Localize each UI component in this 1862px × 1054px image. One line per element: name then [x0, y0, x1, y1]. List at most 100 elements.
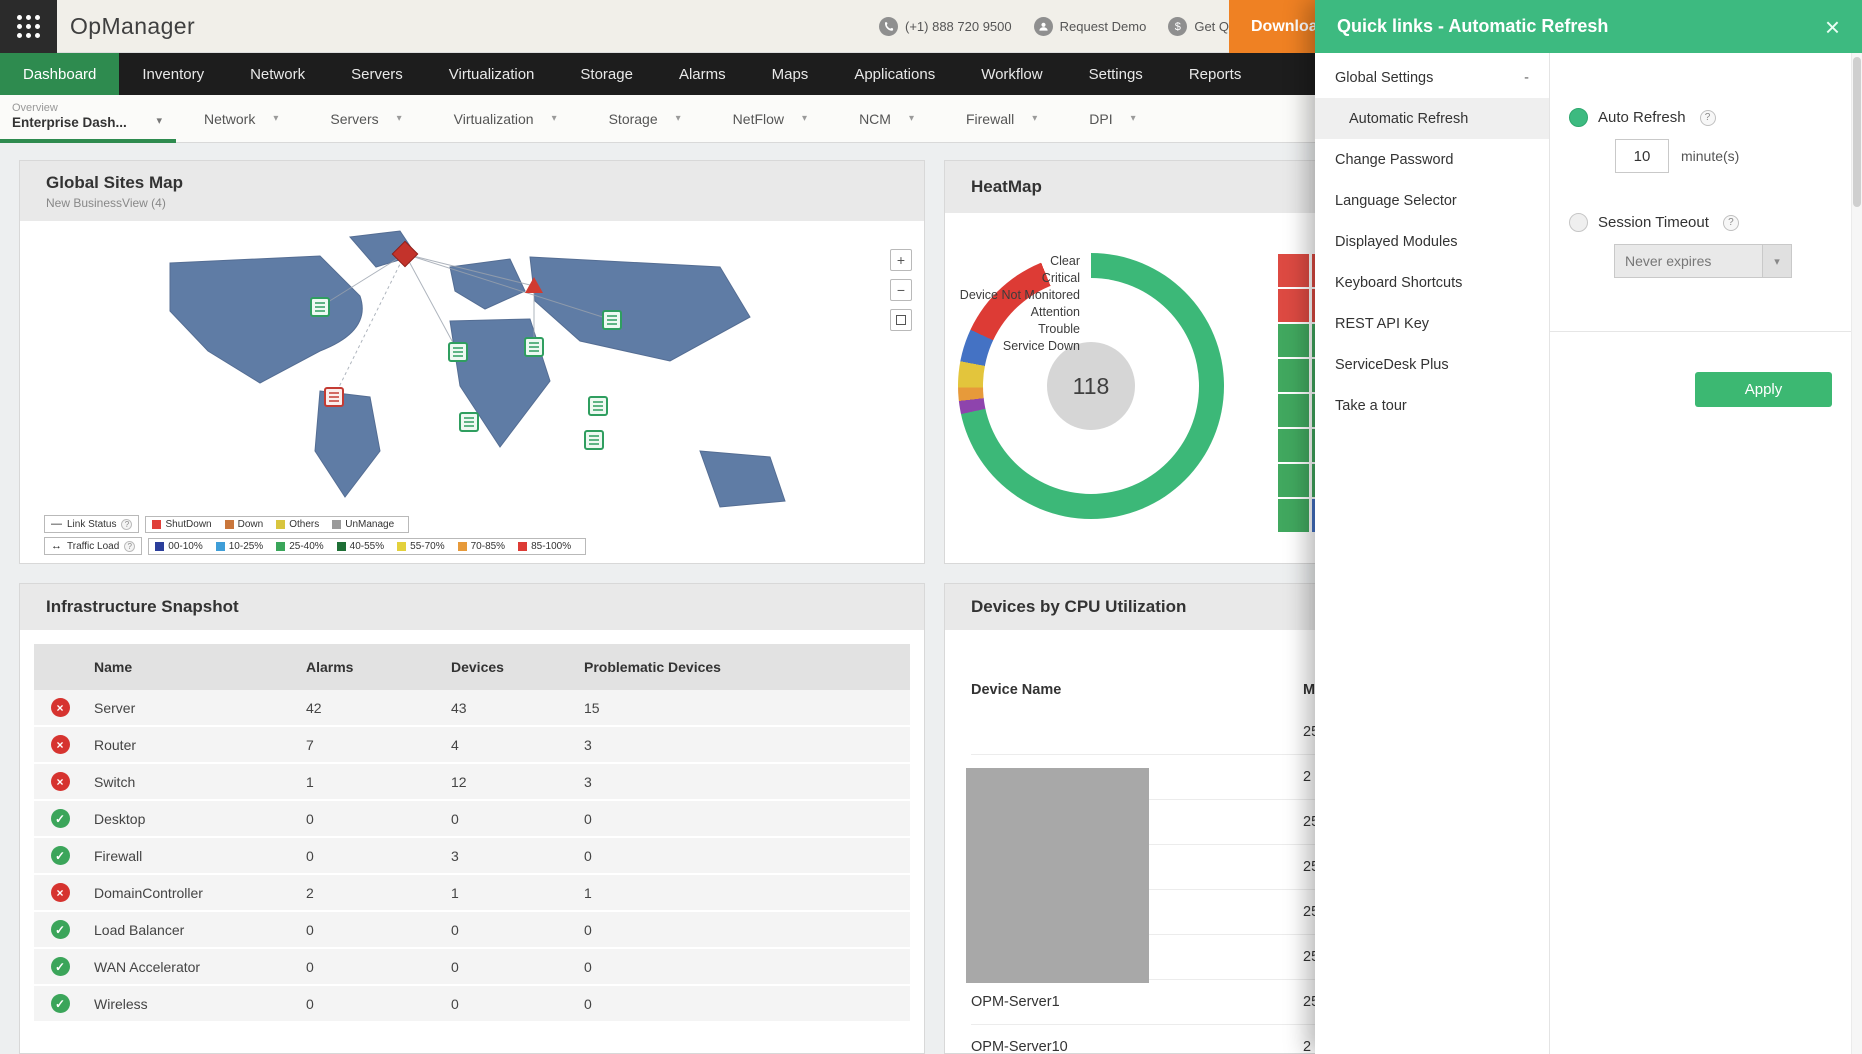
legend-color-swatch: [457, 541, 467, 551]
heatmap-cell[interactable]: [1278, 254, 1309, 287]
table-row-router[interactable]: × Router 7 4 3: [34, 727, 910, 764]
fullscreen-icon: [896, 315, 906, 325]
apps-grid-icon[interactable]: [0, 0, 57, 53]
zoom-in-button[interactable]: +: [890, 249, 912, 271]
panel-menu: Global Settings - Automatic Refresh Change …: [1315, 53, 1550, 1054]
subnav-item-network[interactable]: Network ▾: [204, 111, 278, 127]
map-controls: + −: [890, 249, 912, 331]
heatmap-cell[interactable]: [1278, 359, 1309, 392]
chevron-down-icon: ▾: [908, 113, 914, 124]
heatmap-cell[interactable]: [1278, 429, 1309, 462]
refresh-interval-input[interactable]: [1615, 139, 1669, 173]
menu-item-automatic-refresh[interactable]: Automatic Refresh: [1315, 98, 1549, 139]
help-icon[interactable]: ?: [124, 540, 136, 552]
nav-item-reports[interactable]: Reports: [1166, 53, 1265, 95]
help-icon[interactable]: ?: [1699, 109, 1716, 126]
map-legend: — Link Status ? ShutDown Down Others UnMana…: [44, 515, 587, 555]
devices-count: 1: [451, 884, 459, 901]
fullscreen-button[interactable]: [890, 309, 912, 331]
table-row-load-balancer[interactable]: ✓ Load Balancer 0 0 0: [34, 912, 910, 949]
subnav-item-label: Servers: [330, 110, 379, 127]
nav-item-alarms[interactable]: Alarms: [656, 53, 749, 95]
table-row-firewall[interactable]: ✓ Firewall 0 3 0: [34, 838, 910, 875]
apply-button[interactable]: Apply: [1695, 372, 1832, 407]
nav-item-storage[interactable]: Storage: [557, 53, 656, 95]
link-status-legend: ShutDown Down Others UnManage: [145, 515, 410, 533]
heatmap-cell[interactable]: [1278, 324, 1309, 357]
menu-item-displayed-modules[interactable]: Displayed Modules: [1315, 221, 1549, 262]
nav-item-servers[interactable]: Servers: [328, 53, 426, 95]
table-row-domaincontroller[interactable]: × DomainController 2 1 1: [34, 875, 910, 912]
dashboard-selector[interactable]: Overview Enterprise Dash... ▾: [0, 95, 176, 143]
nav-item-virtualization[interactable]: Virtualization: [426, 53, 558, 95]
menu-item-language-selector[interactable]: Language Selector: [1315, 180, 1549, 221]
heatmap-cell[interactable]: [1278, 289, 1309, 322]
scrollbar-thumb[interactable]: [1853, 57, 1861, 207]
alarms-count: 2: [306, 884, 314, 901]
legend-color-swatch: [518, 541, 528, 551]
menu-item-change-password[interactable]: Change Password: [1315, 139, 1549, 180]
legend-item: UnManage: [332, 519, 394, 530]
phone-icon: [879, 17, 898, 36]
subnav-item-virtualization[interactable]: Virtualization ▾: [454, 111, 557, 127]
table-row-desktop[interactable]: ✓ Desktop 0 0 0: [34, 801, 910, 838]
table-row-wan-accelerator[interactable]: ✓ WAN Accelerator 0 0 0: [34, 949, 910, 986]
collapse-icon[interactable]: -: [1524, 70, 1529, 86]
close-icon[interactable]: ×: [1825, 14, 1840, 40]
table-row-switch[interactable]: × Switch 1 12 3: [34, 764, 910, 801]
table-row-wireless[interactable]: ✓ Wireless 0 0 0: [34, 986, 910, 1023]
subnav-item-netflow[interactable]: NetFlow ▾: [733, 111, 807, 127]
legend-item: 85-100%: [518, 541, 571, 552]
dashboard-name: Enterprise Dash...: [12, 114, 127, 130]
menu-item-rest-api-key[interactable]: REST API Key: [1315, 303, 1549, 344]
widget-title: Global Sites Map: [46, 172, 183, 192]
infrastructure-table: Name Alarms Devices Problematic Devices …: [34, 644, 910, 1023]
legend-color-swatch: [276, 519, 286, 529]
subnav-items: Network ▾ Servers ▾ Virtualization ▾ Storage ▾ N…: [204, 111, 1136, 127]
heatmap-cell[interactable]: [1278, 464, 1309, 497]
nav-item-workflow[interactable]: Workflow: [958, 53, 1065, 95]
subnav-item-label: Firewall: [965, 110, 1015, 127]
help-icon[interactable]: ?: [121, 518, 133, 530]
status-ok-icon: ✓: [50, 920, 70, 939]
quick-links-panel: Quick links - Automatic Refresh × Global…: [1315, 0, 1862, 1054]
menu-item-servicedesk-plus[interactable]: ServiceDesk Plus: [1315, 344, 1549, 385]
subnav-item-dpi[interactable]: DPI ▾: [1089, 111, 1135, 127]
subnav-item-firewall[interactable]: Firewall ▾: [966, 111, 1037, 127]
chevron-down-icon: ▾: [802, 113, 808, 124]
table-row-server[interactable]: × Server 42 43 15: [34, 690, 910, 727]
problematic-count: 0: [584, 995, 592, 1012]
zoom-out-button[interactable]: −: [890, 279, 912, 301]
divider: [1550, 331, 1862, 332]
scrollbar-track[interactable]: [1851, 53, 1862, 1054]
widget-subtitle: New BusinessView (4): [46, 195, 166, 210]
status-cell: ×: [34, 772, 86, 791]
phone-link[interactable]: (+1) 888 720 9500: [879, 17, 1012, 36]
menu-item-label: Global Settings: [1335, 69, 1434, 86]
subnav-item-servers[interactable]: Servers ▾: [330, 111, 401, 127]
nav-item-settings[interactable]: Settings: [1066, 53, 1166, 95]
heatmap-cell[interactable]: [1278, 499, 1309, 532]
nav-item-dashboard[interactable]: Dashboard: [0, 53, 120, 95]
panel-body: Global Settings - Automatic Refresh Change …: [1315, 53, 1862, 1054]
help-icon[interactable]: ?: [1722, 214, 1739, 231]
subnav-item-ncm[interactable]: NCM ▾: [859, 111, 914, 127]
nav-item-maps[interactable]: Maps: [749, 53, 832, 95]
session-timeout-select[interactable]: Never expires ▾: [1614, 244, 1792, 278]
menu-item-keyboard-shortcuts[interactable]: Keyboard Shortcuts: [1315, 262, 1549, 303]
nav-item-inventory[interactable]: Inventory: [119, 53, 227, 95]
status-cell: ✓: [34, 994, 86, 1013]
session-timeout-label: Session Timeout: [1598, 214, 1709, 231]
subnav-item-storage[interactable]: Storage ▾: [609, 111, 681, 127]
legend-label: 85-100%: [531, 540, 572, 552]
timeout-select-row: Never expires ▾: [1614, 244, 1832, 278]
table-body: × Server 42 43 15 × Router 7 4 3 × Switch 1 12 3 ✓ Deskt…: [34, 690, 910, 1023]
nav-item-network[interactable]: Network: [227, 53, 328, 95]
nav-item-applications[interactable]: Applications: [831, 53, 958, 95]
session-timeout-radio[interactable]: [1569, 213, 1588, 232]
auto-refresh-radio[interactable]: [1569, 108, 1588, 127]
menu-item-global-settings[interactable]: Global Settings -: [1315, 57, 1549, 98]
request-demo-link[interactable]: Request Demo: [1033, 17, 1146, 36]
menu-item-take-a-tour[interactable]: Take a tour: [1315, 385, 1549, 426]
heatmap-cell[interactable]: [1278, 394, 1309, 427]
